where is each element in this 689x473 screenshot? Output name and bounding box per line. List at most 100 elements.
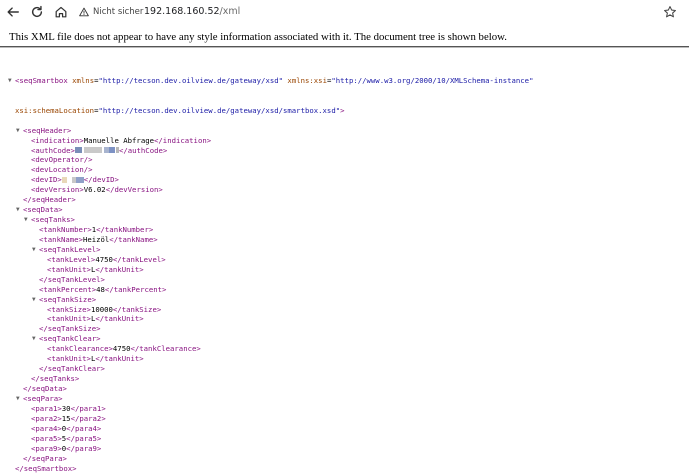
xml-tag: <tankUnit> [47,264,91,274]
xml-attr-value: "http://tecson.dev.oilview.de/gateway/xs… [98,105,341,115]
xml-line: <authCode> </authCode> [8,146,678,156]
xml-attr-name: xmlns [72,75,95,85]
site-info-chip[interactable]: Nicht sicher [79,2,143,22]
xml-tag: </seqTankClear> [39,364,105,374]
xml-tag: <para2> [31,413,62,423]
xml-line: <tankSize>10000</tankSize> [8,305,678,315]
xml-tag: <seqTankSize> [39,294,97,304]
xml-line: <indication>Manuelle Abfrage</indication… [8,136,678,146]
xml-tag: </seqTankSize> [39,324,101,334]
xml-tag: </tankPercent> [104,284,167,294]
xml-tag: <authCode> [31,145,75,155]
xml-attr-name: xmlns:xsi [287,75,327,85]
xml-line: <devVersion>V6.02</devVersion> [8,185,678,195]
xml-line: </seqTankLevel> [8,275,678,285]
xml-text-value: 30 [61,403,71,413]
xml-line: </seqData> [8,384,678,394]
xml-info-text: This XML file does not appear to have an… [9,31,507,43]
xml-tag: </para2> [70,413,106,423]
xml-tag: <para9> [31,443,62,453]
xml-tag: <seqTanks> [31,215,75,225]
back-button[interactable] [3,2,23,22]
xml-line: <tankLevel>4750</tankLevel> [8,255,678,265]
xml-tag: </tankLevel> [112,254,166,264]
xml-tag: </para4> [66,423,102,433]
collapse-toggle-icon[interactable]: ▼ [32,334,39,344]
url-text[interactable]: 192.168.160.52/xml [144,2,240,22]
xml-tag: <devLocation/> [31,165,93,175]
xml-tag-close: > [340,105,345,115]
reload-icon [31,5,43,18]
xml-tag: </indication> [154,135,212,145]
collapse-toggle-icon[interactable]: ▼ [8,76,15,86]
url-path: /xml [219,6,241,17]
xml-tag: <seqHeader> [23,125,72,135]
xml-tag: <seqData> [23,205,63,215]
xml-line: <devLocation/> [8,165,678,175]
xml-tag: </tankName> [109,234,158,244]
xml-line: ▼ <seqTankLevel> [8,245,678,255]
bookmark-star-icon[interactable] [663,5,677,19]
xml-text-value: 15 [61,413,71,423]
xml-line: ▼ <seqPara> [8,394,678,404]
xml-tag: </seqHeader> [23,195,76,205]
xml-tag: <seqPara> [23,393,63,403]
xml-line: ▼ <seqHeader> [8,126,678,136]
xml-line: <para1>30</para1> [8,404,678,414]
xml-root-line: ▼ <seqSmartbox xmlns="http://tecson.dev.o… [8,76,678,86]
xml-document-tree: ▼ <seqSmartbox xmlns="http://tecson.dev.o… [8,56,678,473]
home-icon [55,6,67,18]
collapse-toggle-icon[interactable]: ▼ [32,245,39,255]
xml-line: ▼ <seqData> [8,205,678,215]
xml-line: <para9>0</para9> [8,444,678,454]
xml-tag: <indication> [31,135,84,145]
xml-tag: </devID> [83,175,119,185]
xml-tag: </seqPara> [23,453,67,463]
xml-line: <tankUnit>L</tankUnit> [8,314,678,324]
reload-button[interactable] [27,2,47,22]
xml-tag: </para9> [66,443,102,453]
xml-line: ▼ <seqTankClear> [8,334,678,344]
xml-tag: <para1> [31,403,62,413]
xml-tag: <tankNumber> [39,225,92,235]
arrow-left-icon [7,7,19,17]
address-bar[interactable]: Nicht sicher 192.168.160.52/xml [79,2,683,22]
xml-text-value: 4750 [95,254,113,264]
xml-tag: </devVersion> [105,185,163,195]
collapse-toggle-icon[interactable]: ▼ [16,126,23,136]
xml-tag: </tankUnit> [95,354,144,364]
xml-text-value: 48 [96,284,105,294]
xml-line: <tankPercent>48</tankPercent> [8,285,678,295]
xml-tag: <seqTankClear> [39,334,101,344]
warning-icon [79,7,89,17]
collapse-toggle-icon[interactable]: ▼ [16,394,23,404]
xml-line: <tankUnit>L</tankUnit> [8,265,678,275]
xml-tag: <tankClearance> [47,344,113,354]
xml-line: <tankNumber>1</tankNumber> [8,225,678,235]
xml-line: <tankClearance>4750</tankClearance> [8,344,678,354]
xml-line: ▼ <seqTanks> [8,215,678,225]
security-label: Nicht sicher [93,7,144,17]
xml-tag: <para4> [31,423,62,433]
xml-text-value: V6.02 [83,185,106,195]
xml-tag: <tankPercent> [39,284,97,294]
xml-text-value: 10000 [90,304,113,314]
xml-tag: </para1> [70,403,106,413]
xml-text-value: 4750 [112,344,131,354]
xml-tag: <tankName> [39,234,83,244]
xml-line: <devID> </devID> [8,175,678,185]
collapse-toggle-icon[interactable]: ▼ [24,215,31,225]
xml-tag: <tankUnit> [47,314,91,324]
xml-line: </seqHeader> [8,195,678,205]
xml-root-line-2: xsi:schemaLocation="http://tecson.dev.oi… [8,106,678,116]
collapse-toggle-icon[interactable]: ▼ [16,205,23,215]
xml-line: ▼ <seqTankSize> [8,295,678,305]
xml-tag: <tankSize> [47,304,91,314]
xml-tag: </seqSmartbox> [15,463,77,473]
xml-line: </seqPara> [8,454,678,464]
home-button[interactable] [51,2,71,22]
xml-line: </seqTankClear> [8,364,678,374]
collapse-toggle-icon[interactable]: ▼ [32,295,39,305]
redacted-value [61,175,84,184]
xml-attr-value: "http://www.w3.org/2000/10/XMLSchema-ins… [331,75,534,85]
